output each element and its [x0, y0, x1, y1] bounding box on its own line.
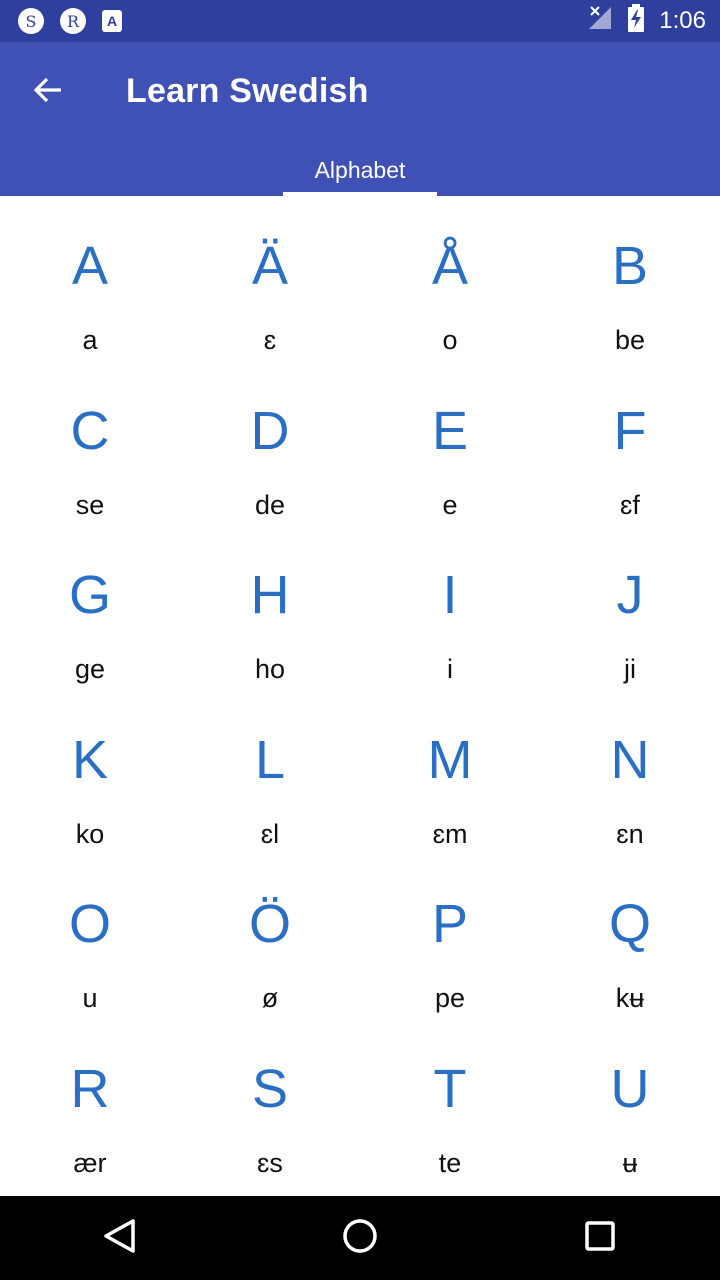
- battery-charging-icon: [627, 3, 645, 39]
- nav-back-button[interactable]: [75, 1196, 165, 1280]
- letter-pronunciation: se: [75, 489, 105, 520]
- letter-pronunciation: ɛl: [260, 818, 280, 849]
- back-nav-icon: [103, 1218, 137, 1259]
- clock: 1:06: [659, 7, 706, 34]
- letter-glyph: M: [427, 729, 473, 790]
- tab-label: Alphabet: [314, 157, 406, 183]
- letter-glyph: D: [250, 400, 290, 461]
- letter-glyph: T: [433, 1058, 467, 1119]
- system-status: 1:06: [587, 3, 720, 39]
- letter-glyph: U: [610, 1058, 650, 1119]
- letter-glyph: J: [616, 565, 644, 625]
- letter-pronunciation: pe: [434, 983, 466, 1013]
- letter-pronunciation: ɛf: [620, 489, 640, 520]
- letter-pronunciation: ɛn: [616, 818, 644, 849]
- letter-card[interactable]: Nɛn: [540, 690, 720, 855]
- letter-card[interactable]: Dde: [180, 361, 360, 526]
- letter-card[interactable]: Ii: [360, 525, 540, 690]
- letter-glyph: C: [70, 400, 110, 461]
- notification-r-icon: R: [60, 8, 86, 34]
- letter-pronunciation: ʉ: [622, 1147, 638, 1178]
- nav-home-button[interactable]: [315, 1196, 405, 1280]
- letter-glyph: P: [431, 894, 469, 954]
- letter-card[interactable]: Öø: [180, 854, 360, 1019]
- letter-pronunciation: ge: [74, 654, 106, 684]
- letter-glyph: B: [611, 236, 649, 296]
- back-button[interactable]: [22, 66, 74, 118]
- letter-glyph: S: [251, 1058, 289, 1119]
- notification-a-icon: A: [102, 10, 122, 32]
- notification-icons: S R A: [0, 8, 122, 34]
- nav-recents-button[interactable]: [555, 1196, 645, 1280]
- letter-glyph: F: [613, 400, 647, 461]
- letter-card[interactable]: Åo: [360, 196, 540, 361]
- letter-glyph: G: [68, 565, 111, 625]
- letter-glyph: R: [70, 1058, 110, 1119]
- letter-pronunciation: ær: [73, 1147, 107, 1178]
- letter-glyph: A: [71, 236, 109, 296]
- letter-card[interactable]: Tte: [360, 1019, 540, 1184]
- home-nav-icon: [342, 1218, 378, 1259]
- alphabet-grid: Aa Äɛ Åo Bbe Cse Dde Ee Fɛf Gge Hho Ii Jji Kko Lɛl Mɛm…: [0, 196, 720, 1196]
- letter-glyph: O: [68, 894, 111, 954]
- status-bar: S R A 1:06: [0, 0, 720, 42]
- letter-card[interactable]: Äɛ: [180, 196, 360, 361]
- notification-s-icon: S: [18, 8, 44, 34]
- letter-card[interactable]: Cse: [0, 361, 180, 526]
- letter-pronunciation: kʉ: [615, 983, 645, 1013]
- letter-card[interactable]: Kko: [0, 690, 180, 855]
- letter-pronunciation: ɛm: [432, 818, 468, 849]
- letter-glyph: K: [71, 729, 109, 790]
- letter-pronunciation: ji: [624, 654, 636, 684]
- letter-glyph: Ä: [251, 236, 289, 296]
- letter-card[interactable]: Sɛs: [180, 1019, 360, 1184]
- tab-alphabet[interactable]: Alphabet: [283, 150, 437, 196]
- letter-pronunciation: de: [254, 489, 286, 520]
- app-bar: Learn Swedish Alphabet: [0, 42, 720, 196]
- letter-pronunciation: be: [614, 325, 646, 355]
- letter-card[interactable]: Ee: [360, 361, 540, 526]
- letter-glyph: Ö: [248, 894, 291, 954]
- letter-glyph: N: [610, 729, 650, 790]
- letter-glyph: H: [250, 565, 290, 625]
- letter-glyph: E: [431, 400, 469, 461]
- letter-card[interactable]: Ou: [0, 854, 180, 1019]
- letter-glyph: Å: [431, 236, 469, 296]
- letter-pronunciation: ko: [75, 818, 105, 849]
- letter-card[interactable]: Qkʉ: [540, 854, 720, 1019]
- recents-nav-icon: [584, 1220, 616, 1257]
- navigation-bar: [0, 1196, 720, 1280]
- arrow-back-icon: [32, 74, 64, 111]
- letter-pronunciation: u: [82, 983, 98, 1013]
- letter-glyph: L: [254, 729, 286, 790]
- letter-glyph: I: [442, 565, 458, 625]
- letter-card[interactable]: Hho: [180, 525, 360, 690]
- letter-card[interactable]: Rær: [0, 1019, 180, 1184]
- letter-card[interactable]: Gge: [0, 525, 180, 690]
- letter-pronunciation: e: [442, 489, 458, 520]
- letter-pronunciation: ɛ: [263, 325, 277, 355]
- letter-card[interactable]: Jji: [540, 525, 720, 690]
- letter-card[interactable]: Mɛm: [360, 690, 540, 855]
- letter-card[interactable]: Ppe: [360, 854, 540, 1019]
- letter-glyph: Q: [608, 894, 651, 954]
- signal-off-icon: [587, 5, 613, 38]
- letter-pronunciation: ho: [254, 654, 286, 684]
- letter-pronunciation: i: [447, 654, 453, 684]
- letter-card[interactable]: Bbe: [540, 196, 720, 361]
- letter-card[interactable]: Aa: [0, 196, 180, 361]
- letter-pronunciation: a: [82, 325, 98, 355]
- letter-pronunciation: o: [442, 325, 458, 355]
- letter-pronunciation: ɛs: [257, 1147, 283, 1178]
- letter-card[interactable]: Fɛf: [540, 361, 720, 526]
- page-title: Learn Swedish: [126, 72, 369, 110]
- letter-card[interactable]: Uʉ: [540, 1019, 720, 1184]
- letter-card[interactable]: Lɛl: [180, 690, 360, 855]
- letter-pronunciation: te: [438, 1147, 462, 1178]
- letter-pronunciation: ø: [261, 983, 279, 1013]
